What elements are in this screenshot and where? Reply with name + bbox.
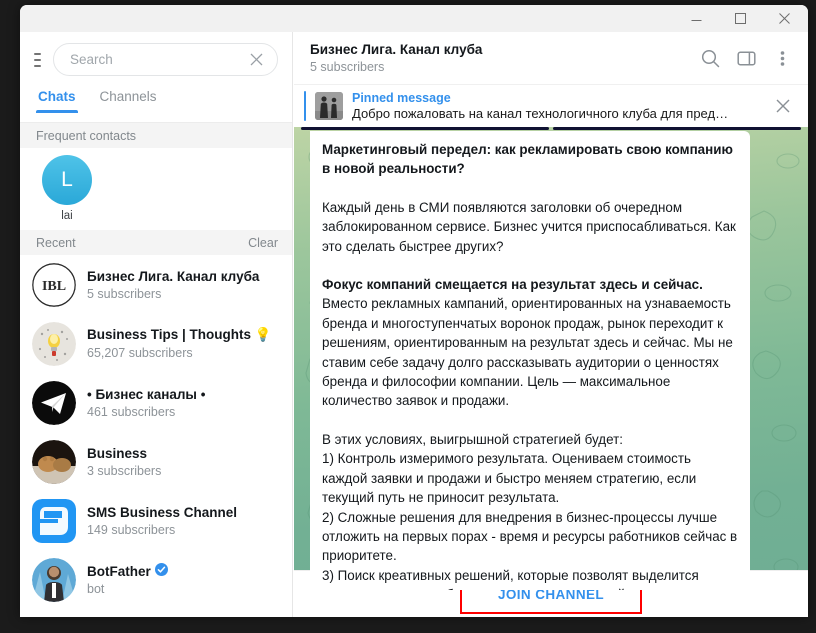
message-paragraph-2-bold: Фокус компаний смещается на результат зд… [322, 277, 703, 293]
page-title: Бизнес Лига. Канал клуба [310, 42, 483, 57]
message-paragraph-3-lead: В этих условиях, выигрышной стратегией б… [322, 431, 623, 447]
chat-header: Бизнес Лига. Канал клуба 5 subscribers [294, 32, 808, 84]
message-list-item-3: 3) Поиск креативных решений, которые поз… [322, 567, 699, 590]
pinned-label: Pinned message [352, 90, 451, 105]
screen: Chats Channels Frequent contacts L lai R… [0, 0, 816, 633]
pinned-progress-indicator [301, 127, 801, 130]
message-list-item-1: 1) Контроль измеримого результата. Оцени… [322, 451, 697, 506]
chat-panel: Бизнес Лига. Канал клуба 5 subscribers P… [294, 32, 808, 617]
frequent-contacts-label: Frequent contacts [36, 128, 137, 143]
chat-title: Business Tips | Thoughts 💡 [87, 327, 282, 343]
list-item-text: Business Tips | Thoughts 💡 65,207 subscr… [87, 327, 282, 360]
chat-title-text: • Бизнес каналы • [87, 386, 206, 402]
avatar: L [42, 155, 92, 205]
pinned-thumbnail [315, 91, 343, 120]
search-box[interactable] [53, 43, 278, 76]
maximize-button[interactable] [718, 5, 762, 32]
list-item-text: BotFather bot [87, 563, 282, 596]
message-paragraph-2: Фокус компаний смещается на результат зд… [322, 275, 738, 411]
recent-label: Recent [36, 235, 76, 250]
chat-title-text: Бизнес Лига. Канал клуба [87, 268, 260, 284]
message-paragraph-1: Каждый день в СМИ появляются заголовки о… [322, 199, 736, 254]
minimize-button[interactable] [674, 5, 718, 32]
pinned-message-text: Pinned message Добро пожаловать на канал… [352, 91, 759, 121]
avatar: IBL [32, 262, 76, 307]
list-item[interactable]: Business 3 subscribers [20, 432, 292, 491]
list-item[interactable]: SMS Business Channel 149 subscribers [20, 491, 292, 550]
message-title-line2: в новой реальности? [322, 161, 465, 177]
chat-title: • Бизнес каналы • [87, 387, 282, 402]
sidebar-toggle-icon[interactable] [728, 40, 764, 76]
chat-title: SMS Business Channel [87, 505, 282, 520]
message-paragraph-2-rest: Вместо рекламных кампаний, ориентированн… [322, 296, 733, 409]
frequent-contact-name: lai [61, 210, 73, 222]
sidebar: Chats Channels Frequent contacts L lai R… [20, 32, 293, 617]
search-icon[interactable] [692, 40, 728, 76]
chat-subtitle: 65,207 subscribers [87, 346, 193, 360]
pinned-preview: Добро пожаловать на канал технологичного… [352, 105, 729, 121]
frequent-contacts-header: Frequent contacts [20, 123, 292, 148]
chat-subtitle: 461 subscribers [87, 404, 176, 419]
telegram-window: Chats Channels Frequent contacts L lai R… [20, 5, 808, 617]
message-title-line1: Маркетинговый передел: как рекламировать… [322, 142, 733, 157]
list-item-text: Бизнес Лига. Канал клуба 5 subscribers [87, 269, 282, 301]
chat-subscribers: 5 subscribers [310, 60, 385, 74]
chat-subtitle: 3 subscribers [87, 463, 162, 478]
avatar [32, 616, 76, 617]
message-area[interactable]: Маркетинговый передел: как рекламировать… [294, 127, 808, 590]
list-item[interactable]: Group Butler bot [20, 609, 292, 617]
more-vertical-icon[interactable] [764, 40, 800, 76]
search-input[interactable] [70, 52, 247, 67]
window-titlebar [20, 5, 808, 32]
chat-title-text: Business [87, 445, 148, 461]
chat-title-text: Business Tips | Thoughts 💡 [87, 327, 272, 342]
pinned-accent-bar [304, 90, 306, 121]
list-item[interactable]: IBL Бизнес Лига. Канал клуба 5 subscribe… [20, 255, 292, 314]
hamburger-menu-icon[interactable] [34, 51, 41, 69]
search-clear-icon[interactable] [247, 51, 265, 69]
list-item[interactable]: Business Tips | Thoughts 💡 65,207 subscr… [20, 314, 292, 373]
chat-title-text: SMS Business Channel [87, 504, 238, 520]
avatar [32, 557, 76, 602]
recent-chat-list: IBL Бизнес Лига. Канал клуба 5 subscribe… [20, 255, 292, 617]
tab-channels[interactable]: Channels [100, 87, 157, 113]
list-item[interactable]: • Бизнес каналы • 461 subscribers [20, 373, 292, 432]
chat-title: Business [87, 446, 282, 461]
chat-subtitle: 149 subscribers [87, 522, 176, 537]
clear-recent-button[interactable]: Clear [248, 236, 278, 250]
message-list-item-2: 2) Сложные решения для внедрения в бизне… [322, 509, 738, 564]
list-item-text: SMS Business Channel 149 subscribers [87, 505, 282, 537]
frequent-contact-lai[interactable]: L lai [36, 155, 98, 230]
chat-subtitle: 5 subscribers [87, 286, 162, 301]
close-icon[interactable] [768, 91, 798, 121]
avatar [32, 321, 76, 366]
chat-title: BotFather [87, 563, 282, 579]
tab-chats[interactable]: Chats [36, 87, 78, 113]
message-bubble[interactable]: Маркетинговый передел: как рекламировать… [310, 131, 750, 590]
avatar [32, 498, 76, 543]
sidebar-tabs: Chats Channels [20, 87, 292, 123]
close-button[interactable] [762, 5, 806, 32]
recent-header: Recent Clear [20, 230, 292, 255]
verified-badge-icon [154, 563, 168, 579]
avatar [32, 439, 76, 484]
list-item-text: Business 3 subscribers [87, 446, 282, 478]
chat-title: Бизнес Лига. Канал клуба [87, 269, 282, 284]
chat-title-text: BotFather [87, 563, 151, 579]
list-item[interactable]: BotFather bot [20, 550, 292, 609]
chat-subtitle: bot [87, 582, 105, 596]
chat-header-title-block[interactable]: Бизнес Лига. Канал клуба 5 subscribers [310, 42, 692, 74]
frequent-contacts-list: L lai [20, 148, 292, 230]
list-item-text: • Бизнес каналы • 461 subscribers [87, 387, 282, 419]
pinned-message-bar[interactable]: Pinned message Добро пожаловать на канал… [294, 84, 808, 126]
avatar [32, 380, 76, 425]
sidebar-search-row [20, 32, 292, 87]
svg-text:IBL: IBL [42, 279, 66, 294]
